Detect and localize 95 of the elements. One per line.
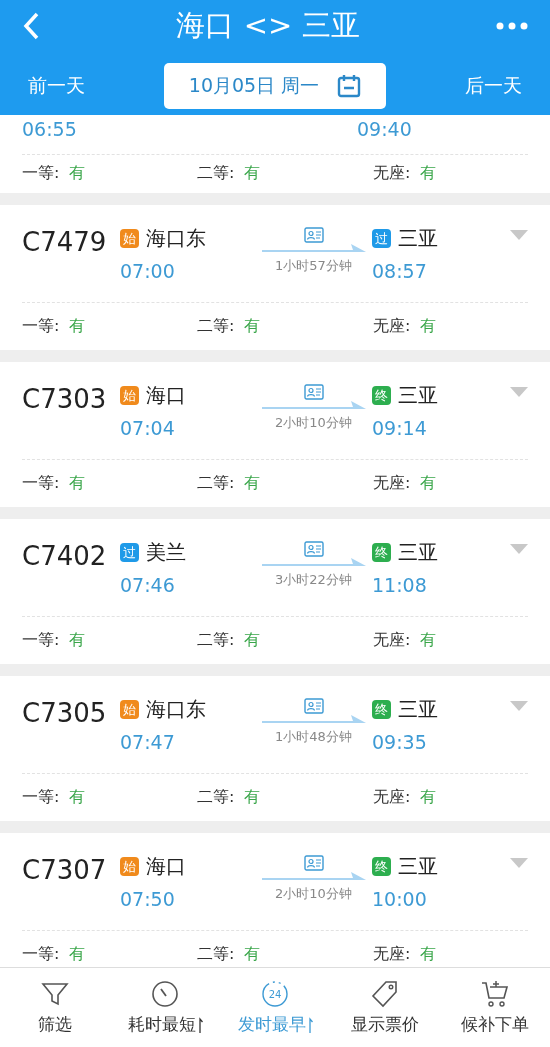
caret-icon[interactable]	[510, 858, 528, 868]
arrow-icon	[261, 243, 366, 255]
sort-icon	[197, 1016, 203, 1033]
route-title: 海口 <> 三亚	[176, 7, 360, 44]
time: 09:14	[372, 417, 428, 439]
travel-duration: 2小时10分钟	[275, 885, 352, 903]
train-card[interactable]: C7303 始 海口 07:04 2小时10分钟 终 三亚 09:14 一等: 有 二等: 有 无座: 有	[0, 362, 550, 507]
seat-availability: 一等: 有	[22, 163, 87, 185]
more-button[interactable]	[496, 22, 528, 30]
time: 06:55	[22, 117, 78, 140]
time: 07:47	[120, 731, 176, 753]
train-card[interactable]: C7305 始 海口东 07:47 1小时48分钟 终 三亚 09:35 一等: 有 二等: 有 无座: 有	[0, 676, 550, 821]
time: 09:35	[372, 731, 428, 753]
arrow-icon	[261, 400, 366, 412]
seat-availability: 无座: 有	[373, 473, 438, 494]
arrow-icon	[261, 714, 366, 726]
seat-availability: 二等: 有	[197, 316, 262, 337]
station-type-badge: 过	[120, 543, 139, 562]
train-card[interactable]: C7402 过 美兰 07:46 3小时22分钟 终 三亚 11:08 一等: 有 二等: 有 无座: 有	[0, 519, 550, 664]
caret-icon[interactable]	[510, 544, 528, 554]
train-number: C7303	[22, 383, 108, 416]
station-name: 三亚	[398, 696, 438, 723]
seat-availability: 一等: 有	[22, 473, 87, 494]
travel-duration: 1小时48分钟	[275, 728, 352, 746]
train-card[interactable]: C7479 始 海口东 07:00 1小时57分钟 过 三亚 08:57 一等: 有 二等: 有 无座: 有	[0, 205, 550, 350]
seat-availability: 一等: 有	[22, 316, 87, 337]
train-number: C7307	[22, 854, 108, 887]
id-card-icon	[303, 227, 324, 243]
time: 07:46	[120, 574, 176, 596]
id-card-icon	[303, 855, 324, 871]
seat-availability: 无座: 有	[373, 316, 438, 337]
bottom-tab[interactable]: 显示票价	[330, 968, 440, 1047]
seat-availability: 一等: 有	[22, 944, 87, 965]
seat-availability: 二等: 有	[197, 787, 262, 808]
time: 07:04	[120, 417, 176, 439]
travel-duration: 2小时10分钟	[275, 414, 352, 432]
station-name: 海口东	[146, 696, 206, 723]
station-name: 海口	[146, 853, 186, 880]
gauge-icon	[150, 979, 180, 1009]
station-type-badge: 始	[120, 386, 139, 405]
train-card[interactable]: C7307 始 海口 07:50 2小时10分钟 终 三亚 10:00 一等: 有 二等: 有 无座: 有	[0, 833, 550, 967]
bottom-tab[interactable]: 筛选	[0, 968, 110, 1047]
time: 07:00	[120, 260, 176, 282]
seat-availability: 二等: 有	[197, 473, 262, 494]
train-number: C7402	[22, 540, 108, 573]
station-type-badge: 终	[372, 700, 391, 719]
travel-duration: 1小时57分钟	[275, 257, 352, 275]
arrow-icon	[261, 871, 366, 883]
station-name: 海口东	[146, 225, 206, 252]
time: 11:08	[372, 574, 428, 596]
id-card-icon	[303, 384, 324, 400]
station-type-badge: 始	[120, 700, 139, 719]
cart-plus-icon	[480, 979, 510, 1009]
date-picker[interactable]: 10月05日 周一	[164, 63, 386, 109]
station-type-badge: 终	[372, 543, 391, 562]
seat-availability: 一等: 有	[22, 630, 87, 651]
sort-icon	[307, 1016, 313, 1033]
seat-availability: 二等: 有	[197, 944, 262, 965]
clock-24-icon: 24	[260, 979, 290, 1009]
bottom-tab[interactable]: 候补下单	[440, 968, 550, 1047]
id-card-icon	[303, 541, 324, 557]
caret-icon[interactable]	[510, 387, 528, 397]
station-name: 三亚	[398, 225, 438, 252]
calendar-icon	[337, 74, 362, 98]
arrow-icon	[261, 557, 366, 569]
travel-duration: 3小时22分钟	[275, 571, 352, 589]
time: 10:00	[372, 888, 428, 910]
seat-availability: 无座: 有	[373, 163, 438, 185]
seat-availability: 无座: 有	[373, 630, 438, 651]
id-card-icon	[303, 698, 324, 714]
time: 08:57	[372, 260, 428, 282]
caret-icon[interactable]	[510, 701, 528, 711]
bottom-tab[interactable]: 耗时最短	[110, 968, 220, 1047]
train-number: C7479	[22, 226, 108, 259]
time: 07:50	[120, 888, 176, 910]
train-number: C7305	[22, 697, 108, 730]
station-type-badge: 终	[372, 386, 391, 405]
station-type-badge: 终	[372, 857, 391, 876]
station-type-badge: 始	[120, 229, 139, 248]
seat-availability: 二等: 有	[197, 163, 262, 185]
seat-availability: 二等: 有	[197, 630, 262, 651]
time: 09:40	[357, 117, 413, 140]
station-name: 三亚	[398, 853, 438, 880]
station-name: 三亚	[398, 382, 438, 409]
seat-availability: 一等: 有	[22, 787, 87, 808]
station-name: 美兰	[146, 539, 186, 566]
back-button[interactable]	[22, 12, 40, 40]
caret-icon[interactable]	[510, 230, 528, 240]
station-type-badge: 过	[372, 229, 391, 248]
tag-icon	[370, 979, 400, 1009]
station-type-badge: 始	[120, 857, 139, 876]
seat-availability: 无座: 有	[373, 787, 438, 808]
seat-availability: 无座: 有	[373, 944, 438, 965]
station-name: 海口	[146, 382, 186, 409]
station-name: 三亚	[398, 539, 438, 566]
